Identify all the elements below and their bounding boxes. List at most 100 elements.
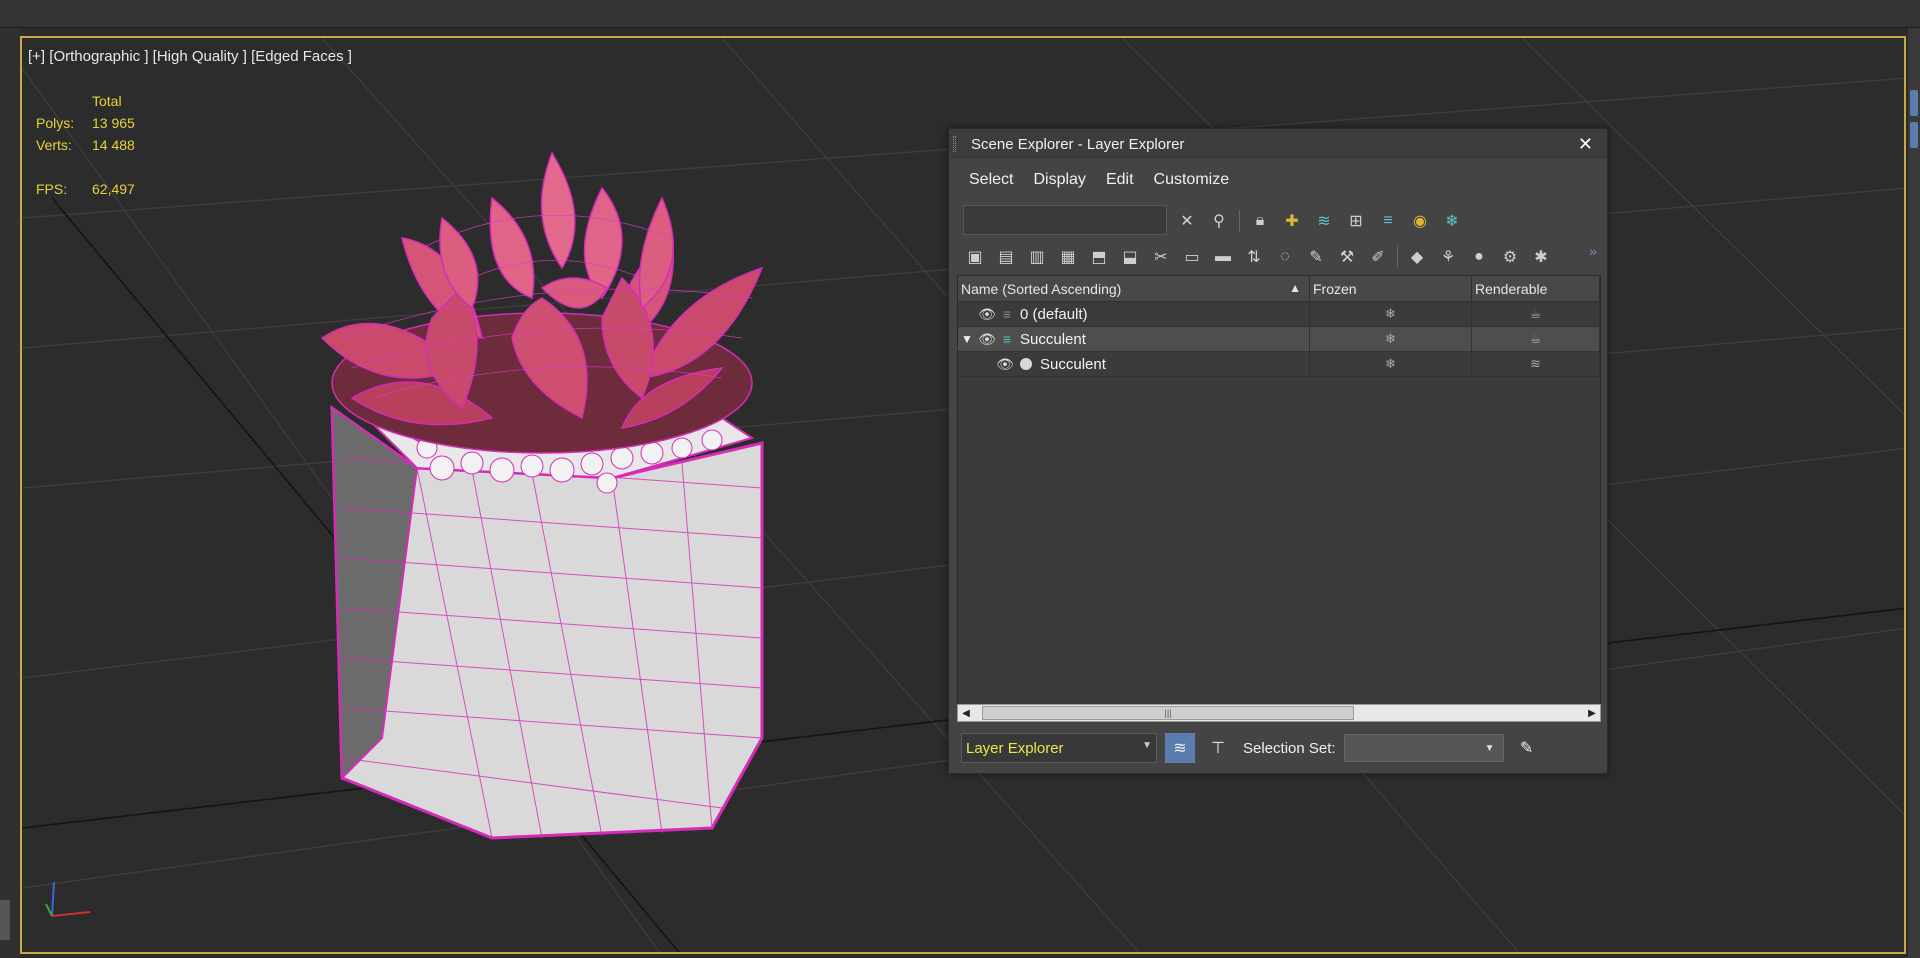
layer-light-icon[interactable]: ◉ — [1408, 209, 1432, 233]
polys-value: 13 965 — [92, 115, 135, 131]
left-strip-handle[interactable] — [0, 900, 10, 940]
object-dot-icon — [1020, 358, 1032, 370]
close-icon[interactable]: ✕ — [1578, 134, 1593, 155]
frozen-toggle-icon[interactable]: ❄ — [1310, 327, 1472, 351]
left-side-strip — [0, 28, 20, 958]
add-to-layer-icon[interactable]: ≋ — [1312, 209, 1336, 233]
succulent-mesh — [320, 151, 764, 454]
renderable-teapot-icon[interactable]: ☕︎ — [1472, 327, 1600, 351]
right-side-strip — [1908, 28, 1920, 958]
visibility-eye-icon[interactable]: 👁︎ — [976, 331, 998, 348]
renderable-layer-icon[interactable]: ≋ — [1472, 352, 1600, 376]
display-spacewarps-icon[interactable]: ✂ — [1149, 245, 1173, 269]
viewport-quality-menu[interactable]: [High Quality ] — [153, 48, 247, 65]
scroll-left-icon[interactable]: ◀ — [958, 705, 974, 721]
menu-customize[interactable]: Customize — [1144, 171, 1240, 189]
selection-set-label: Selection Set: — [1243, 739, 1336, 757]
display-containers-icon[interactable]: ◌ — [1273, 245, 1297, 269]
polys-label: Polys: — [36, 115, 75, 131]
viewport-shading-menu[interactable]: [Edged Faces ] — [251, 48, 352, 65]
chevron-down-icon: ▼ — [1142, 740, 1152, 751]
layer-icon: ≡ — [1002, 331, 1012, 347]
display-lights-icon[interactable]: ▦ — [1056, 245, 1080, 269]
search-input[interactable] — [963, 205, 1167, 235]
panel-menubar: Select Display Edit Customize — [959, 171, 1239, 189]
display-children-icon[interactable]: ◆ — [1405, 245, 1429, 269]
viewport-view-menu[interactable]: [Orthographic ] — [49, 48, 148, 65]
scroll-right-icon[interactable]: ▶ — [1584, 705, 1600, 721]
panel-title: Scene Explorer - Layer Explorer — [971, 136, 1185, 153]
visibility-eye-icon[interactable]: 👁︎ — [994, 356, 1016, 373]
drag-grip-icon[interactable] — [953, 136, 956, 152]
layer-freeze-icon[interactable]: ❄ — [1440, 209, 1464, 233]
sort-by-hierarchy-icon[interactable]: ⊤ — [1203, 733, 1233, 763]
display-influences-icon[interactable]: ⚘ — [1436, 245, 1460, 269]
display-cameras-icon[interactable]: ⬒ — [1087, 245, 1111, 269]
display-frozen-icon[interactable]: ✎ — [1304, 245, 1328, 269]
expand-triangle-icon[interactable]: ▼ — [958, 332, 976, 346]
row-label: Succulent — [1040, 355, 1106, 373]
row-name-cell: 👁︎ ≡ 0 (default) — [958, 302, 1310, 326]
table-row[interactable]: 👁︎ Succulent ❄ ≋ — [958, 352, 1600, 377]
frozen-toggle-icon[interactable]: ❄ — [1310, 352, 1472, 376]
column-header-frozen[interactable]: Frozen — [1310, 276, 1472, 301]
display-geometry-icon[interactable]: ▤ — [994, 245, 1018, 269]
clear-search-icon[interactable]: ✕ — [1175, 209, 1199, 233]
viewport-menu-plus[interactable]: [+] — [28, 48, 45, 65]
toolbar-divider — [1397, 246, 1398, 268]
menu-edit[interactable]: Edit — [1096, 171, 1144, 189]
sort-by-layer-icon[interactable]: ≋ — [1165, 733, 1195, 763]
layers-icon[interactable]: ≡ — [1376, 209, 1400, 233]
display-shapes-icon[interactable]: ▥ — [1025, 245, 1049, 269]
display-xrefs-icon[interactable]: ▬ — [1211, 245, 1235, 269]
axis-tripod-icon — [45, 881, 91, 917]
column-header-name[interactable]: Name (Sorted Ascending) ▲ — [958, 276, 1310, 301]
frozen-toggle-icon[interactable]: ❄ — [1310, 302, 1472, 326]
filter-icon[interactable]: ⚲ — [1207, 209, 1231, 233]
selection-set-dropdown[interactable]: ▼ — [1343, 734, 1504, 762]
scene-explorer-panel[interactable]: Scene Explorer - Layer Explorer ✕ Select… — [948, 128, 1608, 774]
right-strip-tab[interactable] — [1910, 90, 1918, 116]
verts-value: 14 488 — [92, 137, 135, 153]
panel-bottom-bar: Layer Explorer ▼ ≋ ⊤ Selection Set: ▼ ✎ — [961, 732, 1601, 764]
edit-selection-set-icon[interactable]: ✎ — [1512, 733, 1542, 763]
display-hidden-icon[interactable]: ⚒ — [1335, 245, 1359, 269]
menu-display[interactable]: Display — [1023, 171, 1095, 189]
explorer-type-dropdown[interactable]: Layer Explorer ▼ — [961, 733, 1157, 763]
stats-total-header: Total — [92, 93, 122, 109]
display-last-icon[interactable]: ✐ — [1366, 245, 1390, 269]
menu-select[interactable]: Select — [959, 171, 1023, 189]
verts-label: Verts: — [36, 137, 72, 153]
settings-icon[interactable]: ⚙ — [1498, 245, 1522, 269]
pot-mesh — [330, 402, 764, 840]
new-layer-icon[interactable]: ✚ — [1280, 209, 1304, 233]
horizontal-scrollbar[interactable]: ◀ ||| ▶ — [957, 704, 1601, 722]
tools-icon[interactable]: ✱ — [1529, 245, 1553, 269]
table-row[interactable]: ▼ 👁︎ ≡ Succulent ❄ ☕︎ — [958, 327, 1600, 352]
layer-icon: ≡ — [1002, 306, 1012, 322]
column-header-renderable[interactable]: Renderable — [1472, 276, 1600, 301]
display-groups-icon[interactable]: ▭ — [1180, 245, 1204, 269]
explorer-toolbar-filters: ▣ ▤ ▥ ▦ ⬒ ⬓ ✂ ▭ ▬ ⇅ ◌ ✎ ⚒ ✐ ◆ ⚘ ● ⚙ ✱ — [963, 245, 1553, 269]
explorer-type-value: Layer Explorer — [966, 740, 1064, 757]
row-label: Succulent — [1020, 330, 1086, 348]
display-none-icon[interactable]: ▣ — [963, 245, 987, 269]
display-dependents-icon[interactable]: ● — [1467, 245, 1491, 269]
renderable-teapot-icon[interactable]: ☕︎ — [1472, 302, 1600, 326]
viewport-statistics: Total Polys: 13 965 Verts: 14 488 FPS: 62,4… — [36, 90, 135, 200]
top-toolbar-strip — [0, 0, 1920, 28]
fps-value: 62,497 — [92, 181, 135, 197]
scrollbar-thumb[interactable]: ||| — [982, 706, 1354, 720]
table-row[interactable]: 👁︎ ≡ 0 (default) ❄ ☕︎ — [958, 302, 1600, 327]
chevron-down-icon: ▼ — [1484, 742, 1495, 754]
right-strip-tab[interactable] — [1910, 122, 1918, 148]
fps-label: FPS: — [36, 181, 68, 197]
display-helpers-icon[interactable]: ⬓ — [1118, 245, 1142, 269]
toolbar-overflow-icon[interactable]: » — [1589, 243, 1597, 259]
layer-table: Name (Sorted Ascending) ▲ Frozen Renderab… — [957, 275, 1601, 705]
display-bones-icon[interactable]: ⇅ — [1242, 245, 1266, 269]
visibility-eye-icon[interactable]: 👁︎ — [976, 306, 998, 323]
lock-icon[interactable]: 🔒︎ — [1248, 209, 1272, 233]
hierarchy-icon[interactable]: ⊞ — [1344, 209, 1368, 233]
panel-titlebar[interactable]: Scene Explorer - Layer Explorer ✕ — [949, 129, 1607, 159]
